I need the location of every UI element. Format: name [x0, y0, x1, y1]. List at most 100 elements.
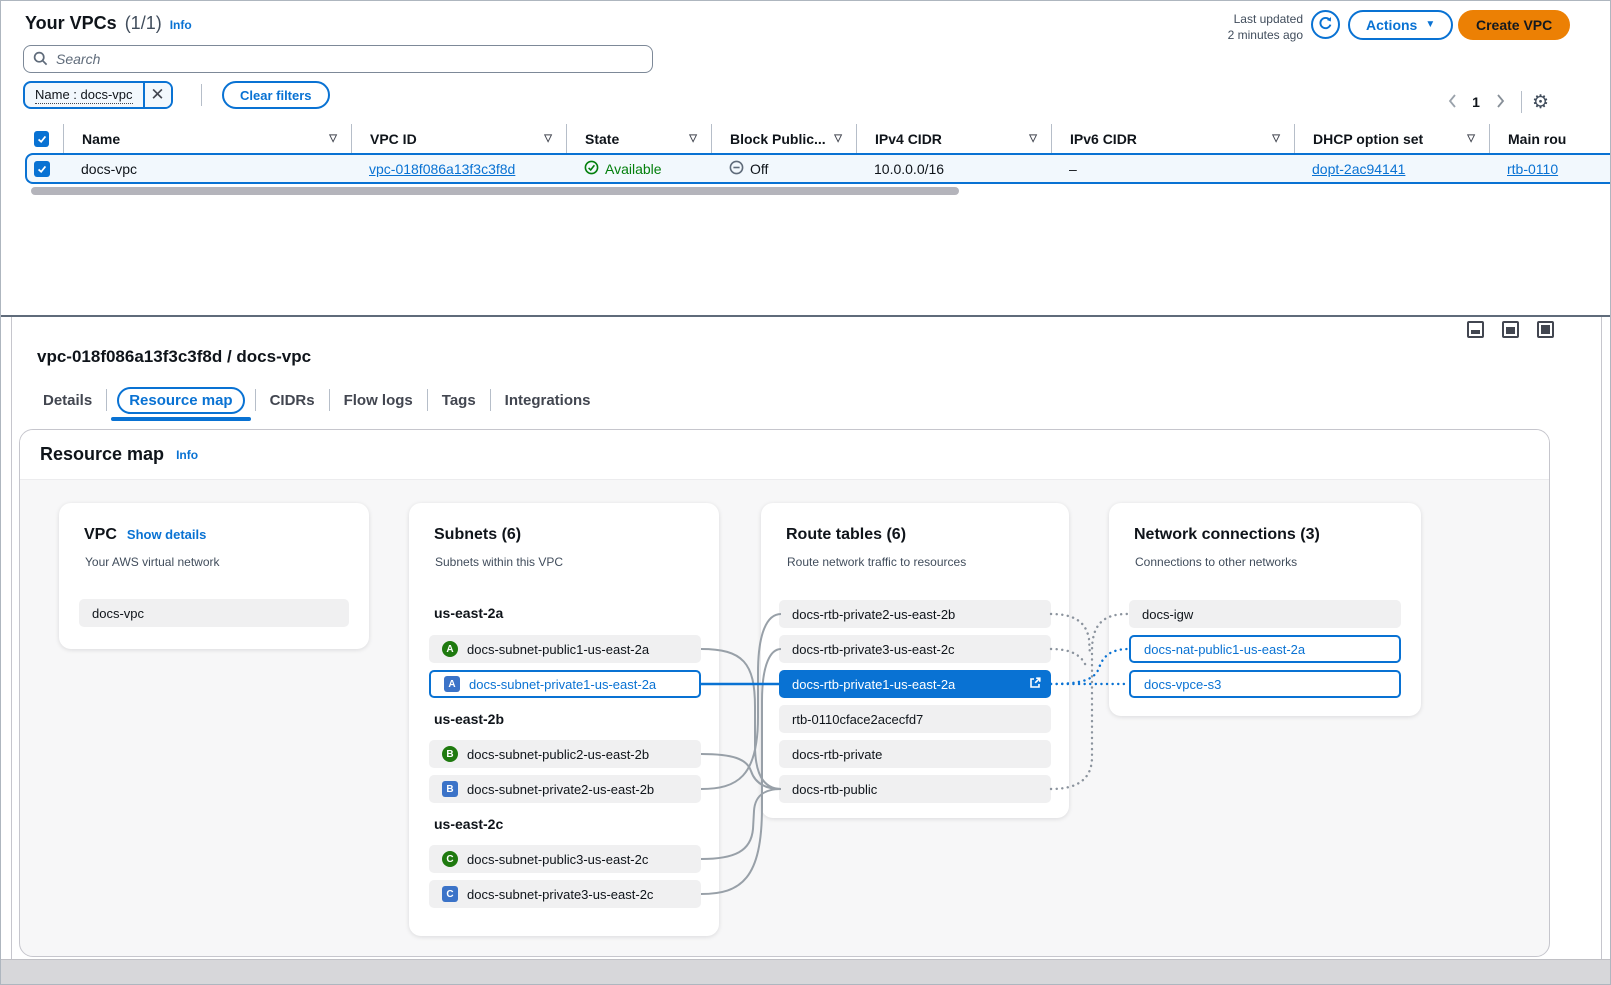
filter-token: Name : docs-vpc ✕ [23, 81, 173, 109]
subnet-a-badge-icon: A [442, 641, 458, 657]
route-table-node-private1-selected[interactable]: docs-rtb-private1-us-east-2a [779, 670, 1051, 698]
az-heading-us-east-2c: us-east-2c [434, 816, 503, 832]
subnet-node-public2[interactable]: B docs-subnet-public2-us-east-2b [429, 740, 701, 768]
tab-integrations[interactable]: Integrations [491, 392, 605, 409]
column-header-name[interactable]: Name▽ [63, 124, 351, 153]
vpc-node[interactable]: docs-vpc [79, 599, 349, 627]
create-vpc-button[interactable]: Create VPC [1458, 10, 1570, 40]
clear-filters-label: Clear filters [240, 88, 312, 103]
cell-name: docs-vpc [63, 161, 351, 177]
subnet-node-public1[interactable]: A docs-subnet-public1-us-east-2a [429, 635, 701, 663]
az-heading-us-east-2b: us-east-2b [434, 711, 504, 727]
clear-filters-button[interactable]: Clear filters [222, 81, 330, 109]
page-bottom-strip [1, 959, 1610, 985]
search-icon [33, 51, 48, 69]
subnet-node-private2[interactable]: B docs-subnet-private2-us-east-2b [429, 775, 701, 803]
network-connections-column-subtitle: Connections to other networks [1135, 555, 1297, 569]
panel-title: vpc-018f086a13f3c3f8d / docs-vpc [37, 347, 311, 367]
table-settings-button[interactable]: ⚙ [1532, 93, 1549, 112]
column-header-ipv4-cidr[interactable]: IPv4 CIDR▽ [856, 124, 1051, 153]
route-table-node-private2[interactable]: docs-rtb-private2-us-east-2b [779, 600, 1051, 628]
column-header-main-route-table[interactable]: Main rou [1489, 124, 1610, 153]
tab-bar: Details Resource map CIDRs Flow logs Tag… [29, 385, 605, 415]
filter-icon[interactable]: ▽ [1467, 133, 1475, 144]
column-header-vpc-id[interactable]: VPC ID▽ [351, 124, 566, 153]
last-updated-line1: Last updated [1151, 11, 1303, 27]
column-header-dhcp-option-set[interactable]: DHCP option set▽ [1294, 124, 1489, 153]
split-panel-layout-controls [1467, 321, 1554, 338]
header-info-link[interactable]: Info [170, 18, 192, 32]
refresh-button[interactable] [1311, 10, 1340, 39]
select-all-checkbox[interactable] [34, 131, 49, 147]
vpc-column-title: VPC [84, 526, 117, 544]
filter-token-label: Name : docs-vpc [25, 83, 143, 107]
resource-map-info-link[interactable]: Info [176, 448, 198, 462]
subnets-column: Subnets (6) Subnets within this VPC us-e… [409, 503, 719, 936]
filter-icon[interactable]: ▽ [329, 133, 337, 144]
subnet-b-badge-icon: B [442, 781, 458, 797]
create-vpc-label: Create VPC [1476, 17, 1552, 33]
subnet-node-private1-selected[interactable]: A docs-subnet-private1-us-east-2a [429, 670, 701, 698]
route-table-node-main[interactable]: rtb-0110cface2acecfd7 [779, 705, 1051, 733]
subnet-node-public3[interactable]: C docs-subnet-public3-us-east-2c [429, 845, 701, 873]
panel-position-bottom-icon[interactable] [1467, 321, 1484, 338]
route-tables-column: Route tables (6) Route network traffic t… [761, 503, 1069, 818]
show-details-link[interactable]: Show details [127, 527, 206, 542]
tab-details[interactable]: Details [29, 392, 106, 409]
panel-position-full-icon[interactable] [1537, 321, 1554, 338]
external-link-icon[interactable] [1028, 676, 1042, 693]
filter-icon[interactable]: ▽ [689, 133, 697, 144]
filter-icon[interactable]: ▽ [544, 133, 552, 144]
filter-icon[interactable]: ▽ [1029, 133, 1037, 144]
dhcp-option-set-link[interactable]: dopt-2ac94141 [1312, 161, 1405, 177]
vpc-id-link[interactable]: vpc-018f086a13f3c3f8d [369, 161, 515, 177]
route-table-node-public[interactable]: docs-rtb-public [779, 775, 1051, 803]
last-updated-line2: 2 minutes ago [1151, 27, 1303, 43]
az-heading-us-east-2a: us-east-2a [434, 605, 503, 621]
search-field [23, 45, 653, 73]
current-page[interactable]: 1 [1463, 94, 1489, 110]
resource-map-title: Resource map [40, 444, 164, 465]
tab-flow-logs[interactable]: Flow logs [330, 392, 427, 409]
panel-position-half-icon[interactable] [1502, 321, 1519, 338]
table-row[interactable]: docs-vpc vpc-018f086a13f3c3f8d Available… [25, 153, 1611, 184]
tab-tags[interactable]: Tags [428, 392, 490, 409]
cell-block-public: Off [711, 160, 856, 178]
route-table-node-private[interactable]: docs-rtb-private [779, 740, 1051, 768]
network-connections-column-title: Network connections (3) [1134, 526, 1320, 544]
vpc-column-subtitle: Your AWS virtual network [85, 555, 220, 569]
gear-icon: ⚙ [1532, 92, 1549, 113]
chevron-right-icon [1496, 94, 1505, 111]
filter-token-dismiss-button[interactable]: ✕ [143, 83, 171, 107]
search-input[interactable] [23, 45, 653, 73]
subnets-column-title: Subnets (6) [434, 526, 521, 544]
previous-page-button[interactable] [1441, 90, 1463, 114]
horizontal-scrollbar[interactable] [31, 187, 959, 195]
network-node-vpce-s3-selected[interactable]: docs-vpce-s3 [1129, 670, 1401, 698]
tab-resource-map[interactable]: Resource map [117, 387, 244, 414]
cell-dhcp-option-set: dopt-2ac94141 [1294, 161, 1489, 177]
route-table-node-private3[interactable]: docs-rtb-private3-us-east-2c [779, 635, 1051, 663]
tab-cidrs[interactable]: CIDRs [256, 392, 329, 409]
filter-icon[interactable]: ▽ [1272, 133, 1280, 144]
close-icon: ✕ [150, 85, 164, 105]
network-node-nat-selected[interactable]: docs-nat-public1-us-east-2a [1129, 635, 1401, 663]
main-route-table-link[interactable]: rtb-0110 [1507, 161, 1558, 177]
refresh-icon [1318, 16, 1333, 34]
state-label: Available [605, 161, 662, 177]
last-updated: Last updated 2 minutes ago [1151, 11, 1303, 43]
column-header-block-public[interactable]: Block Public...▽ [711, 124, 856, 153]
cell-ipv6-cidr: – [1051, 161, 1294, 177]
filter-icon[interactable]: ▽ [834, 133, 842, 144]
cell-main-route-table: rtb-0110 [1489, 161, 1611, 177]
actions-button[interactable]: Actions ▼ [1348, 10, 1453, 40]
column-header-state[interactable]: State▽ [566, 124, 711, 153]
network-node-igw[interactable]: docs-igw [1129, 600, 1401, 628]
next-page-button[interactable] [1489, 90, 1511, 114]
network-connections-column: Network connections (3) Connections to o… [1109, 503, 1421, 716]
table-header: Name▽ VPC ID▽ State▽ Block Public...▽ IP… [29, 124, 1610, 153]
row-checkbox[interactable] [34, 161, 50, 177]
column-header-ipv6-cidr[interactable]: IPv6 CIDR▽ [1051, 124, 1294, 153]
subnet-node-private3[interactable]: C docs-subnet-private3-us-east-2c [429, 880, 701, 908]
row-checkbox-cell [29, 161, 63, 177]
